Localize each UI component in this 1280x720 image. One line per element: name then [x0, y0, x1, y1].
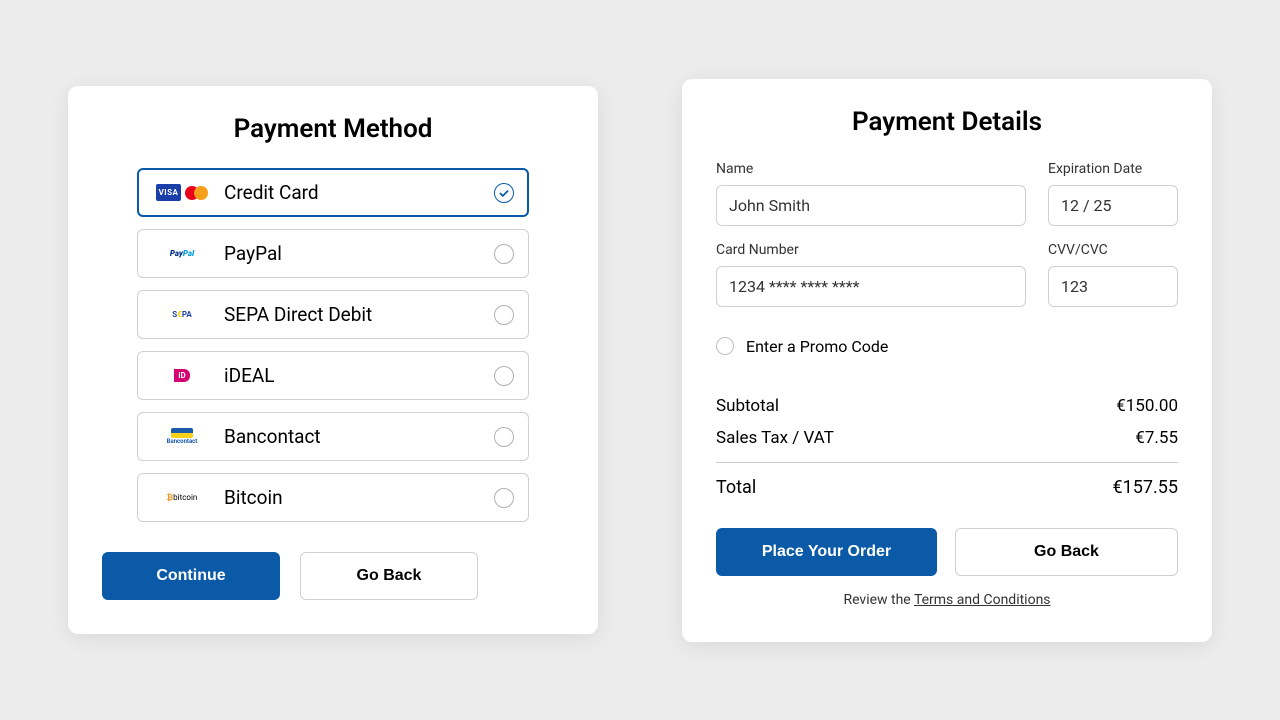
subtotal-value: €150.00: [1116, 396, 1178, 416]
promo-radio[interactable]: [716, 337, 734, 355]
payment-options: VISA Credit Card PayPal PayPal S€PA SEPA…: [137, 168, 529, 522]
option-label: SEPA Direct Debit: [224, 303, 494, 326]
tax-label: Sales Tax / VAT: [716, 428, 834, 448]
radio-unchecked-icon: [494, 488, 514, 508]
option-label: PayPal: [224, 242, 494, 265]
total-value: €157.55: [1113, 477, 1178, 498]
place-order-button[interactable]: Place Your Order: [716, 528, 937, 576]
sepa-icon: S€PA: [152, 310, 212, 319]
payment-form: Name Expiration Date Card Number CVV/CVC: [716, 161, 1178, 307]
option-bitcoin[interactable]: ₿bitcoin Bitcoin: [137, 473, 529, 522]
subtotal-label: Subtotal: [716, 396, 779, 416]
option-label: Credit Card: [224, 181, 494, 204]
option-paypal[interactable]: PayPal PayPal: [137, 229, 529, 278]
bitcoin-icon: ₿bitcoin: [152, 493, 212, 502]
continue-button[interactable]: Continue: [102, 552, 280, 600]
card-number-input[interactable]: [716, 266, 1026, 307]
summary-divider: [716, 462, 1178, 463]
payment-details-buttons: Place Your Order Go Back: [716, 528, 1178, 576]
tax-value: €7.55: [1135, 428, 1178, 448]
total-label: Total: [716, 477, 756, 498]
name-input[interactable]: [716, 185, 1026, 226]
expiration-field-group: Expiration Date: [1048, 161, 1178, 226]
ideal-icon: iD: [152, 369, 212, 382]
go-back-button[interactable]: Go Back: [955, 528, 1178, 576]
option-label: Bancontact: [224, 425, 494, 448]
option-label: Bitcoin: [224, 486, 494, 509]
paypal-icon: PayPal: [152, 249, 212, 258]
radio-unchecked-icon: [494, 366, 514, 386]
credit-card-brands-icon: VISA: [152, 184, 212, 201]
payment-details-title: Payment Details: [716, 107, 1178, 137]
radio-unchecked-icon: [494, 427, 514, 447]
option-bancontact[interactable]: Bancontact Bancontact: [137, 412, 529, 461]
cvv-label: CVV/CVC: [1048, 242, 1178, 258]
payment-details-card: Payment Details Name Expiration Date Car…: [682, 79, 1212, 642]
terms-link[interactable]: Terms and Conditions: [914, 592, 1051, 608]
cvv-input[interactable]: [1048, 266, 1178, 307]
payment-method-card: Payment Method VISA Credit Card PayPal P…: [68, 86, 598, 634]
name-label: Name: [716, 161, 1026, 177]
total-row: Total €157.55: [716, 471, 1178, 504]
expiration-input[interactable]: [1048, 185, 1178, 226]
cvv-field-group: CVV/CVC: [1048, 242, 1178, 307]
name-field-group: Name: [716, 161, 1026, 226]
payment-method-title: Payment Method: [102, 114, 564, 144]
subtotal-row: Subtotal €150.00: [716, 390, 1178, 422]
promo-label: Enter a Promo Code: [746, 337, 888, 356]
expiration-label: Expiration Date: [1048, 161, 1178, 177]
radio-unchecked-icon: [494, 305, 514, 325]
bancontact-icon: Bancontact: [152, 428, 212, 445]
option-label: iDEAL: [224, 364, 494, 387]
promo-code-row: Enter a Promo Code: [716, 337, 1178, 356]
option-credit-card[interactable]: VISA Credit Card: [137, 168, 529, 217]
card-number-label: Card Number: [716, 242, 1026, 258]
terms-row: Review the Terms and Conditions: [716, 592, 1178, 608]
radio-checked-icon: [494, 183, 514, 203]
tax-row: Sales Tax / VAT €7.55: [716, 422, 1178, 454]
option-sepa[interactable]: S€PA SEPA Direct Debit: [137, 290, 529, 339]
payment-method-buttons: Continue Go Back: [102, 552, 564, 600]
card-number-field-group: Card Number: [716, 242, 1026, 307]
option-ideal[interactable]: iD iDEAL: [137, 351, 529, 400]
go-back-button[interactable]: Go Back: [300, 552, 478, 600]
terms-prefix: Review the: [843, 592, 913, 608]
radio-unchecked-icon: [494, 244, 514, 264]
